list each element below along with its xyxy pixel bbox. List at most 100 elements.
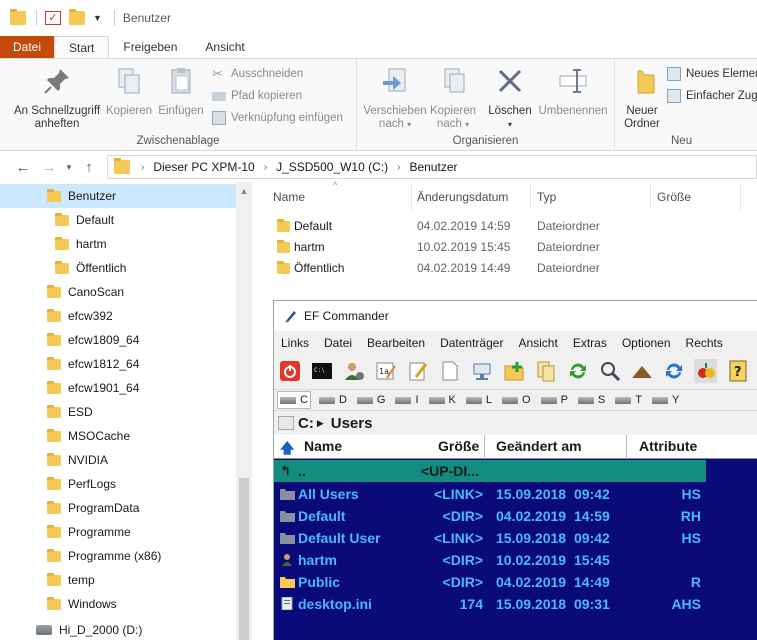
copy-path-button[interactable]: Pfad kopieren	[212, 86, 302, 106]
pin-quick-access-button[interactable]: An Schnellzugriff anheften	[8, 65, 106, 131]
column-header-attribute[interactable]: Attribute	[639, 438, 697, 454]
chevron-right-icon[interactable]: ›	[397, 162, 400, 173]
help-icon[interactable]: ?	[726, 359, 749, 383]
terminal-icon[interactable]: C:\	[311, 359, 334, 383]
paste-shortcut-button[interactable]: Verknüpfung einfügen	[212, 108, 343, 128]
new-folder-plus-icon[interactable]	[503, 359, 526, 383]
user-settings-icon[interactable]	[343, 359, 366, 383]
magnifier-icon[interactable]	[598, 359, 621, 383]
new-folder-button[interactable]: Neuer Ordner	[621, 65, 663, 131]
file-row[interactable]: Default 04.02.2019 14:59 Dateiordner	[272, 216, 742, 237]
sidebar-item-drive-d[interactable]: Hi_D_2000 (D:)	[0, 618, 236, 640]
drive-button[interactable]: T	[613, 391, 644, 409]
up-arrow-icon[interactable]: ↑	[76, 159, 102, 176]
tab-start[interactable]: Start	[54, 36, 110, 58]
mountain-icon[interactable]	[630, 359, 653, 383]
breadcrumb-drive-c[interactable]: J_SSD500_W10 (C:)	[276, 160, 388, 174]
efc-file-row[interactable]: hartm <DIR> 10.02.2019 15:45	[274, 549, 757, 571]
drive-button[interactable]: G	[355, 391, 388, 409]
refresh-icon[interactable]	[662, 359, 685, 383]
drive-button[interactable]: K	[427, 391, 458, 409]
move-to-button[interactable]: Verschieben nach ▾	[363, 65, 427, 131]
drive-button[interactable]: L	[464, 391, 494, 409]
menu-rechts[interactable]: Rechts	[686, 336, 723, 350]
network-icon[interactable]	[471, 359, 494, 383]
new-item-button[interactable]: Neues Elemen	[667, 64, 757, 84]
drive-button[interactable]: P	[539, 391, 570, 409]
column-header-name[interactable]: Name	[273, 182, 305, 212]
path-directory[interactable]: Users	[331, 415, 373, 432]
file-row[interactable]: Öffentlich 04.02.2019 14:49 Dateiordner	[272, 258, 742, 279]
paste-button[interactable]: Einfügen	[156, 65, 206, 118]
drive-button[interactable]: I	[393, 391, 420, 409]
efc-file-row[interactable]: Public <DIR> 04.02.2019 14:49 R	[274, 571, 757, 593]
menu-optionen[interactable]: Optionen	[622, 336, 671, 350]
menu-links[interactable]: Links	[281, 336, 309, 350]
sidebar-item[interactable]: PerfLogs	[0, 472, 236, 496]
sidebar-item[interactable]: efcw1901_64	[0, 376, 236, 400]
column-header-name[interactable]: Name	[304, 438, 342, 454]
sidebar-item[interactable]: CanoScan	[0, 280, 236, 304]
column-header-date[interactable]: Geändert am	[496, 438, 582, 454]
menu-datei[interactable]: Datei	[324, 336, 352, 350]
properties-icon[interactable]: ✓	[45, 11, 61, 25]
new-folder-icon[interactable]	[69, 9, 85, 25]
nav-scrollbar[interactable]: ▲	[236, 182, 252, 640]
sidebar-item[interactable]: efcw1812_64	[0, 352, 236, 376]
sidebar-item[interactable]: Benutzer	[0, 184, 236, 208]
tab-freigeben[interactable]: Freigeben	[109, 36, 191, 58]
menu-bearbeiten[interactable]: Bearbeiten	[367, 336, 425, 350]
cut-button[interactable]: ✂ Ausschneiden	[212, 64, 303, 84]
drive-button[interactable]: Y	[650, 391, 681, 409]
copy-button[interactable]: Kopieren	[104, 65, 154, 118]
up-directory-row[interactable]: ↰ .. <UP-DI...	[274, 460, 706, 482]
efc-file-row[interactable]: desktop.ini 174 15.09.2018 09:31 AHS	[274, 593, 757, 615]
scroll-up-icon[interactable]: ▲	[236, 186, 252, 196]
copy-files-icon[interactable]	[535, 359, 558, 383]
sidebar-item[interactable]: efcw392	[0, 304, 236, 328]
rename-text-icon[interactable]: 1a	[375, 359, 398, 383]
sidebar-item[interactable]: ESD	[0, 400, 236, 424]
sidebar-item[interactable]: temp	[0, 568, 236, 592]
menu-extras[interactable]: Extras	[573, 336, 607, 350]
easy-access-button[interactable]: Einfacher Zug	[667, 86, 757, 106]
sidebar-item[interactable]: Default	[0, 208, 236, 232]
sidebar-item[interactable]: MSOCache	[0, 424, 236, 448]
fruit-icon[interactable]	[694, 359, 718, 383]
drive-button[interactable]: O	[500, 391, 533, 409]
sidebar-item[interactable]: efcw1809_64	[0, 328, 236, 352]
column-header-type[interactable]: Typ	[537, 182, 556, 212]
menu-datentraeger[interactable]: Datenträger	[440, 336, 503, 350]
scrollbar-thumb[interactable]	[239, 478, 249, 640]
column-header-size[interactable]: Größe	[657, 182, 691, 212]
power-icon[interactable]	[279, 359, 302, 383]
chevron-right-icon[interactable]: ›	[141, 162, 144, 173]
breadcrumb-benutzer[interactable]: Benutzer	[409, 160, 457, 174]
drive-button[interactable]: S	[576, 391, 607, 409]
drive-button[interactable]: C	[277, 391, 311, 409]
menu-ansicht[interactable]: Ansicht	[518, 336, 557, 350]
tab-ansicht[interactable]: Ansicht	[191, 36, 258, 58]
recent-dropdown-icon[interactable]: ▾	[62, 162, 76, 173]
breadcrumb-this-pc[interactable]: Dieser PC XPM-10	[153, 160, 254, 174]
new-file-icon[interactable]	[439, 359, 462, 383]
column-header-size[interactable]: Größe	[438, 438, 479, 454]
up-arrow-icon[interactable]: 🡅	[280, 438, 294, 462]
copy-to-button[interactable]: Kopieren nach ▾	[427, 65, 479, 131]
sidebar-item[interactable]: Programme	[0, 520, 236, 544]
sync-icon[interactable]	[566, 359, 589, 383]
sidebar-item[interactable]: Programme (x86)	[0, 544, 236, 568]
sidebar-item[interactable]: NVIDIA	[0, 448, 236, 472]
efc-file-row[interactable]: All Users <LINK> 15.09.2018 09:42 HS	[274, 483, 757, 505]
address-bar[interactable]: › Dieser PC XPM-10 › J_SSD500_W10 (C:) ›…	[107, 155, 757, 179]
forward-arrow-icon[interactable]: →	[36, 159, 62, 176]
tab-datei[interactable]: Datei	[0, 36, 55, 58]
efc-file-row[interactable]: Default <DIR> 04.02.2019 14:59 RH	[274, 505, 757, 527]
file-row[interactable]: hartm 10.02.2019 15:45 Dateiordner	[272, 237, 742, 258]
back-arrow-icon[interactable]: ←	[10, 159, 36, 176]
quick-access-dropdown-icon[interactable]: ▼	[93, 13, 102, 23]
path-drive[interactable]: C:	[298, 415, 314, 432]
sidebar-item[interactable]: Öffentlich	[0, 256, 236, 280]
efc-file-row[interactable]: Default User <LINK> 15.09.2018 09:42 HS	[274, 527, 757, 549]
sidebar-item[interactable]: Windows	[0, 592, 236, 616]
